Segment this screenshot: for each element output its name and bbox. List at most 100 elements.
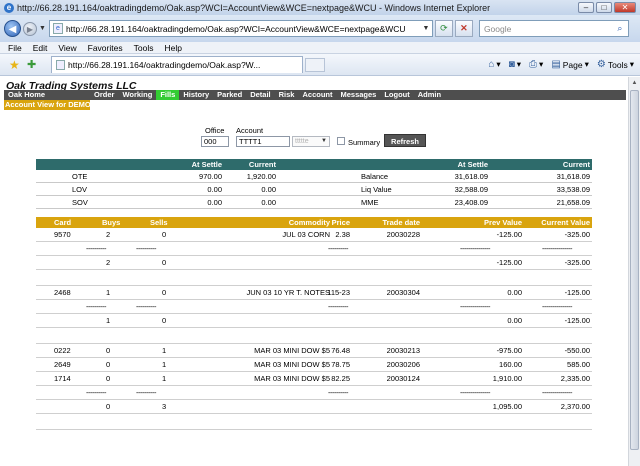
header-buys: Buys [102,218,121,227]
nav-order[interactable]: Order [90,90,118,100]
vertical-scrollbar[interactable]: ▲ [628,77,640,466]
sells-cell: 1 [162,360,167,369]
nav-risk[interactable]: Risk [275,90,299,100]
nav-working[interactable]: Working [118,90,156,100]
menu-tools[interactable]: Tools [134,43,154,53]
summary-label: Summary [348,138,381,147]
trader-select[interactable]: ttttte ▼ [292,136,330,147]
search-icon[interactable]: ⌕ [612,23,628,34]
office-field[interactable]: 000 [201,136,229,147]
summary-rows: OTE 970.00 1,920.00 Balance 31,618.09 31,618.… [36,170,592,209]
add-favorite-icon[interactable]: ✚ [27,58,39,71]
summary-current-cell: 0.00 [261,198,276,207]
buys-cell: 1 [106,288,111,297]
buys-cell: 2 [106,230,111,239]
sells-separator: ---------- [136,388,156,397]
buys-separator: ---------- [86,388,106,397]
prev-value-cell: -125.00 [496,258,522,267]
stop-button[interactable]: ✕ [454,20,473,37]
price-cell: 82.25 [331,374,350,383]
buys-cell: 0 [106,374,111,383]
forward-button[interactable]: ▶ [23,21,37,36]
scroll-up-icon[interactable]: ▲ [629,77,640,89]
price-separator: ---------- [328,388,348,397]
summary-row: OTE 970.00 1,920.00 Balance 31,618.09 31,618.… [36,170,592,183]
refresh-button[interactable]: Refresh [384,134,426,147]
summary-at-settle2-cell: 31,618.09 [454,172,488,181]
tools-menu-button[interactable]: ⚙ Tools ▾ [597,59,634,70]
sells-cell: 0 [162,288,167,297]
account-field[interactable]: TTTT1 [236,136,290,147]
minimize-icon[interactable]: – [578,2,594,13]
current-value-cell: -325.00 [564,258,590,267]
price-separator: ---------- [328,244,348,253]
nav-fills[interactable]: Fills [156,90,180,100]
nav-detail[interactable]: Detail [246,90,274,100]
favorites-star-icon[interactable]: ★ [9,58,21,72]
close-icon[interactable]: ✕ [614,2,636,13]
history-dropdown-icon[interactable]: ▼ [39,25,46,32]
maximize-icon[interactable]: □ [596,2,612,13]
trade-date-cell: 20030304 [386,288,420,297]
nav-account[interactable]: Account [298,90,336,100]
sells-cell: 0 [162,258,167,267]
summary-row: SOV 0.00 0.00 MME 23,408.09 21,658.09 [36,196,592,209]
trades-table: Card Buys Sells Commodity Price Trade da… [36,217,592,430]
trade-date-cell: 20030213 [386,346,420,355]
prev-value-cell: 160.00 [499,360,522,369]
print-button[interactable]: ⎙ ▾ [529,59,543,70]
header-current: Current [248,160,276,169]
sells-cell: 1 [162,346,167,355]
summary-current-cell: 1,920.00 [246,172,276,181]
sells-cell: 1 [162,374,167,383]
menu-help[interactable]: Help [164,43,181,53]
summary-label2-cell: Balance [361,172,389,181]
menu-view[interactable]: View [58,43,76,53]
price-cell: 78.75 [331,360,350,369]
command-bar: ⌂ ▾ ◙ ▾ ⎙ ▾ ▤ Page ▾ ⚙ Tools ▾ [488,59,634,70]
page-menu-label: Page [562,59,583,70]
nav-logout[interactable]: Logout [380,90,413,100]
nav-history[interactable]: History [179,90,213,100]
feeds-icon: ◙ [508,59,515,70]
nav-oak-home[interactable]: Oak Home [4,90,90,100]
menu-favorites[interactable]: Favorites [88,43,123,53]
buys-cell: 2 [106,258,111,267]
price-cell: 2.38 [335,230,350,239]
tools-menu-label: Tools [607,59,628,70]
ie-logo-icon: e [4,2,14,13]
search-input[interactable]: Google ⌕ [478,20,629,37]
summary-label-cell: LOV [72,185,88,194]
header-price: Price [331,218,350,227]
trade-row: 9570 2 0 JUL 03 CORN 2.38 20030228 -125.00 -325… [36,228,592,242]
blank-row [36,328,592,344]
sells-separator: ---------- [136,244,156,253]
sells-cell: 3 [162,402,167,411]
menu-file[interactable]: File [8,43,22,53]
nav-messages[interactable]: Messages [336,90,380,100]
menu-edit[interactable]: Edit [33,43,48,53]
trade-date-cell: 20030124 [386,374,420,383]
header-trade-date: Trade date [382,218,420,227]
nav-admin[interactable]: Admin [414,90,445,100]
address-dropdown-icon[interactable]: ▼ [420,25,432,32]
blank-row [36,270,592,286]
address-text: http://66.28.191.164/oaktradingdemo/Oak.… [65,23,406,34]
feeds-button[interactable]: ◙ ▾ [509,59,521,70]
page-menu-button[interactable]: ▤ Page ▾ [551,59,589,70]
nav-parked[interactable]: Parked [213,90,246,100]
price-cell: 76.48 [331,346,350,355]
current-value-cell: 2,370.00 [560,402,590,411]
home-button[interactable]: ⌂ ▾ [488,59,500,70]
address-bar[interactable]: e http://66.28.191.164/oaktradingdemo/Oa… [48,20,433,37]
summary-checkbox[interactable] [337,137,345,145]
refresh-browser-button[interactable]: ⟳ [434,20,453,37]
scrollbar-thumb[interactable] [630,90,639,450]
prev-value-cell: 0.00 [507,316,522,325]
new-tab-button[interactable] [305,57,325,72]
browser-tab[interactable]: http://66.28.191.164/oaktradingdemo/Oak.… [51,56,303,73]
summary-current2-cell: 33,538.09 [556,185,590,194]
trade-rows: 9570 2 0 JUL 03 CORN 2.38 20030228 -125.00 -325… [36,228,592,430]
trade-date-cell: 20030206 [386,360,420,369]
back-button[interactable]: ◀ [4,20,21,37]
